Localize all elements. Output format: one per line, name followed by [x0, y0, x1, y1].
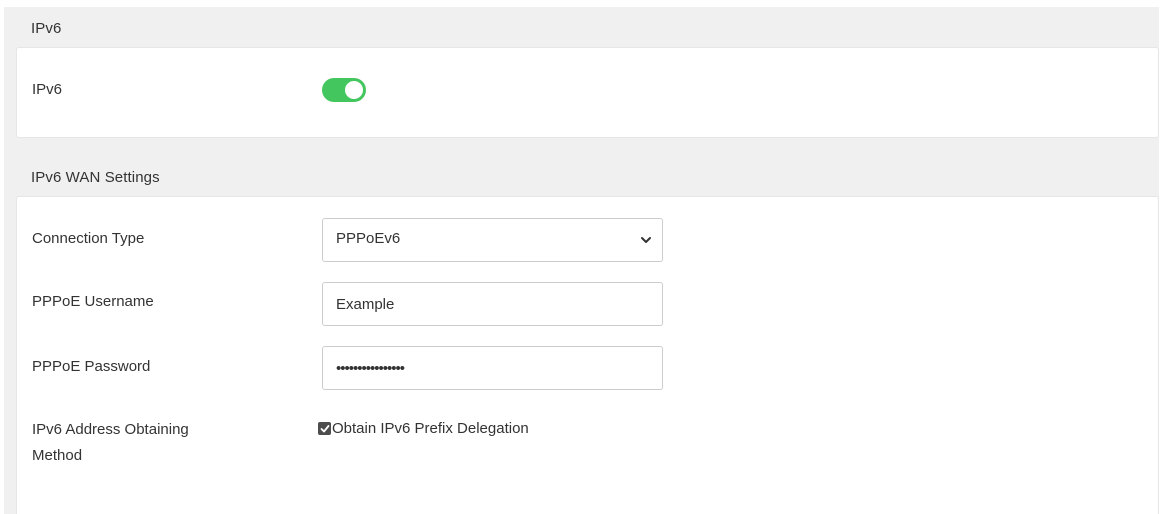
ipv6-toggle-switch[interactable] — [322, 78, 366, 102]
section-title-ipv6: IPv6 — [31, 20, 62, 37]
ipv6-card: IPv6 — [16, 47, 1159, 138]
prefix-delegation-label: Obtain IPv6 Prefix Delegation — [332, 420, 529, 437]
toggle-knob — [345, 81, 363, 99]
chevron-down-icon — [641, 237, 651, 243]
address-method-label-line2: Method — [32, 447, 83, 464]
connection-type-value: PPPoEv6 — [336, 230, 401, 247]
pppoe-password-label: PPPoE Password — [32, 358, 151, 375]
section-title-ipv6-wan: IPv6 WAN Settings — [31, 169, 160, 186]
pppoe-username-input[interactable] — [322, 282, 663, 326]
settings-container: IPv6 IPv6 IPv6 WAN Settings Connection T… — [4, 7, 1159, 514]
pppoe-username-label: PPPoE Username — [32, 293, 154, 310]
ipv6-toggle-label: IPv6 — [32, 81, 63, 98]
ipv6-wan-card: Connection Type PPPoEv6 PPPoE Username P… — [16, 196, 1159, 514]
checkmark-icon — [320, 424, 329, 432]
connection-type-label: Connection Type — [32, 230, 145, 247]
prefix-delegation-option[interactable]: Obtain IPv6 Prefix Delegation — [318, 420, 529, 437]
prefix-delegation-checkbox[interactable] — [318, 422, 331, 435]
connection-type-select[interactable]: PPPoEv6 — [322, 218, 663, 262]
address-method-label-line1: IPv6 Address Obtaining — [32, 421, 189, 438]
ipv6-settings-page: IPv6 IPv6 IPv6 WAN Settings Connection T… — [0, 0, 1163, 514]
pppoe-password-input[interactable] — [322, 346, 663, 390]
